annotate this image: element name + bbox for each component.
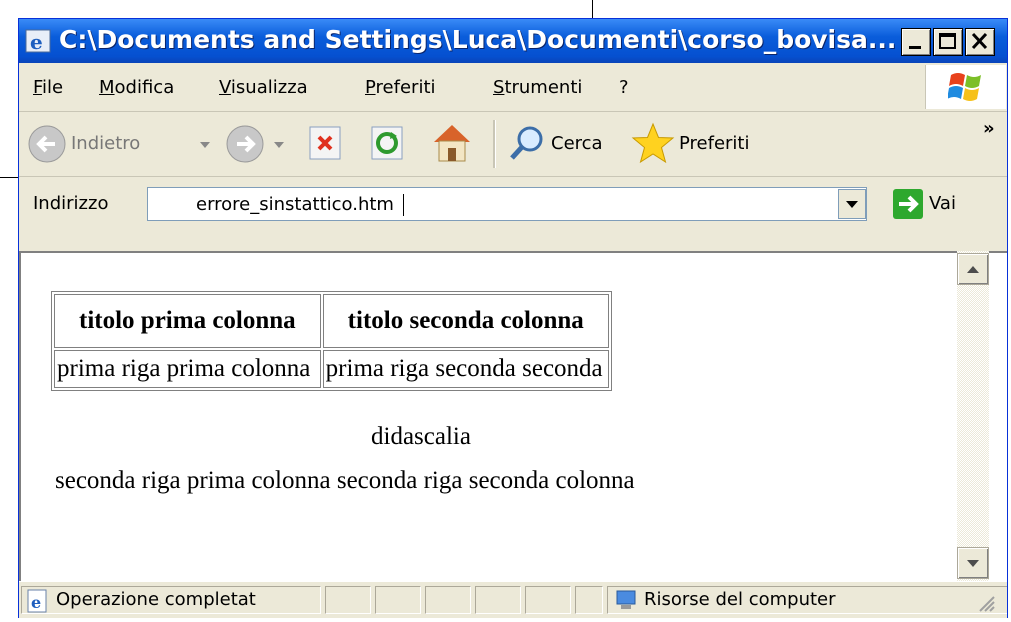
scroll-down-button[interactable] [957, 547, 989, 579]
star-icon [631, 122, 675, 164]
text-caret [403, 194, 404, 216]
search-label: Cerca [551, 133, 603, 154]
ie-icon: e [25, 29, 51, 54]
favorites-label: Preferiti [679, 133, 750, 154]
go-label[interactable]: Vai [929, 193, 956, 214]
page-icon: e [27, 589, 47, 613]
status-panel [575, 586, 603, 614]
search-button[interactable]: Cerca [507, 122, 615, 166]
table-header-row: titolo prima colonna titolo seconda colo… [54, 294, 609, 348]
resize-grip-icon[interactable] [974, 591, 996, 613]
favorites-button[interactable]: Preferiti [631, 120, 791, 166]
back-dropdown-icon[interactable] [199, 140, 211, 150]
forward-arrow-icon [226, 125, 264, 163]
vertical-scrollbar[interactable] [957, 251, 989, 581]
maximize-icon [939, 33, 956, 49]
refresh-icon [371, 126, 403, 160]
back-arrow-icon [28, 125, 66, 163]
stray-line-vertical [592, 0, 593, 18]
menu-help[interactable]: ? [619, 77, 629, 98]
menu-strumenti[interactable]: Strumenti [493, 77, 582, 98]
table-header-cell: titolo prima colonna [54, 294, 321, 348]
toolbar: Indietro Cerca Preferiti » [19, 112, 1007, 177]
refresh-button[interactable] [369, 124, 407, 162]
stop-icon [309, 126, 341, 160]
scroll-down-icon [967, 560, 979, 567]
stray-line-horizontal [0, 177, 18, 178]
home-button[interactable] [429, 120, 475, 166]
back-label: Indietro [71, 133, 141, 154]
forward-button[interactable] [225, 124, 265, 164]
table-cell: prima riga seconda seconda [322, 350, 609, 388]
toolbar-overflow-chevron[interactable]: » [983, 118, 995, 139]
window-title: C:\Documents and Settings\Luca\Documenti… [59, 25, 897, 54]
maximize-button[interactable] [933, 28, 963, 56]
stop-button[interactable] [307, 124, 345, 162]
table-cell: prima riga prima colonna [54, 350, 321, 388]
status-panel [375, 586, 421, 614]
data-table: titolo prima colonna titolo seconda colo… [51, 291, 612, 391]
status-panel [325, 586, 371, 614]
address-dropdown-button[interactable] [838, 189, 866, 219]
go-arrow-icon [899, 195, 919, 213]
table-header-cell: titolo seconda colonna [322, 294, 609, 348]
menu-bar: File Modifica Visualizza Preferiti Strum… [19, 63, 1007, 112]
minimize-icon [909, 46, 921, 49]
menu-file[interactable]: File [33, 77, 63, 98]
search-icon [510, 126, 543, 160]
status-text: Operazione completat [56, 589, 256, 610]
scroll-up-button[interactable] [957, 253, 989, 285]
page-content: titolo prima colonna titolo seconda colo… [19, 251, 1007, 581]
address-input[interactable]: errore_sinstattico.htm [147, 187, 867, 221]
status-panel [525, 586, 571, 614]
status-panel-main: e Operazione completat [21, 586, 321, 614]
status-panel [425, 586, 471, 614]
close-icon [971, 32, 988, 50]
close-button[interactable] [965, 28, 995, 56]
forward-dropdown-icon[interactable] [273, 140, 285, 150]
minimize-button[interactable] [901, 28, 931, 56]
menu-preferiti[interactable]: Preferiti [365, 77, 436, 98]
address-value: errore_sinstattico.htm [196, 194, 394, 215]
zone-text: Risorse del computer [644, 589, 836, 610]
toolbar-separator [493, 120, 496, 168]
svg-text:e: e [31, 593, 41, 612]
table-caption: didascalia [371, 423, 471, 450]
status-panel [475, 586, 521, 614]
address-bar: Indirizzo errore_sinstattico.htm Vai [19, 177, 1007, 229]
status-bar: e Operazione completat Risorse del compu… [19, 581, 1007, 618]
windows-logo [925, 65, 1006, 109]
go-button[interactable] [893, 189, 923, 219]
status-zone-panel: Risorse del computer [607, 586, 1007, 614]
address-label: Indirizzo [33, 193, 109, 214]
windows-flag-icon [948, 73, 981, 101]
loose-row-text: seconda riga prima colonna seconda riga … [55, 467, 635, 494]
scroll-up-icon [967, 266, 979, 273]
chevron-down-icon [846, 201, 858, 208]
svg-text:e: e [30, 30, 43, 54]
back-button[interactable]: Indietro [27, 122, 147, 166]
computer-icon [616, 590, 636, 609]
browser-window: e C:\Documents and Settings\Luca\Documen… [18, 18, 1008, 618]
table-row: prima riga prima colonna prima riga seco… [54, 350, 609, 388]
home-icon [434, 125, 470, 162]
menu-modifica[interactable]: Modifica [99, 77, 174, 98]
title-bar[interactable]: e C:\Documents and Settings\Luca\Documen… [19, 19, 1007, 63]
menu-visualizza[interactable]: Visualizza [219, 77, 308, 98]
